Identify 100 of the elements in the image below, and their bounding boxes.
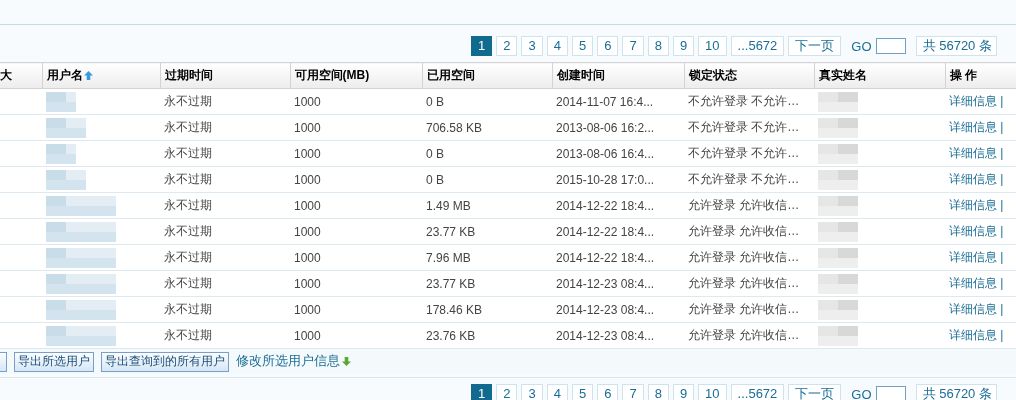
page-button[interactable]: 6 — [597, 384, 619, 400]
details-link[interactable]: 详细信息 | — [949, 224, 1004, 238]
page-button[interactable]: 9 — [672, 384, 695, 400]
export-button[interactable]: 导出查询到的所有用户 — [101, 351, 229, 372]
table-cell: 1000 — [290, 296, 422, 323]
details-link[interactable]: 详细信息 | — [949, 276, 1004, 290]
column-header[interactable]: 大 — [0, 62, 42, 89]
table-cell: 2014-12-22 18:4... — [552, 192, 684, 219]
table-cell: 1000 — [290, 88, 422, 115]
page-button[interactable]: 7 — [622, 384, 644, 400]
page-button[interactable]: 3 — [521, 384, 543, 400]
table-cell: 永不过期 — [160, 166, 290, 193]
table-cell: 2014-12-23 08:4... — [552, 322, 684, 349]
details-link[interactable]: 详细信息 | — [949, 302, 1004, 316]
table-cell: 2014-11-07 16:4... — [552, 88, 684, 115]
details-link[interactable]: 详细信息 | — [949, 120, 1004, 134]
table-cell: 0 B — [422, 166, 552, 193]
page-button[interactable]: 5 — [571, 36, 594, 56]
table-cell: 706.58 KB — [422, 114, 552, 141]
page-button[interactable]: 1 — [471, 36, 493, 56]
table-cell: 1000 — [290, 270, 422, 297]
column-header[interactable]: 真实姓名 — [814, 62, 945, 89]
column-header[interactable]: 操 作 — [945, 62, 1016, 89]
page-button[interactable]: 2 — [496, 384, 518, 400]
page-button[interactable]: ...5672 — [730, 384, 785, 400]
go-label: GO — [851, 386, 872, 400]
export-button[interactable]: 导出所选用户 — [14, 351, 94, 372]
table-cell: 永不过期 — [160, 270, 290, 297]
page-button[interactable]: 8 — [647, 36, 669, 56]
table-cell: 永不过期 — [160, 88, 290, 115]
next-page-button[interactable]: 下一页 — [788, 36, 842, 56]
go-label: GO — [851, 38, 872, 54]
page-input[interactable] — [875, 386, 906, 400]
sort-up-icon — [83, 71, 93, 81]
column-header[interactable]: 已用空间 — [422, 62, 552, 89]
table-cell: 永不过期 — [160, 322, 290, 349]
table-cell: 178.46 KB — [422, 296, 552, 323]
column-header[interactable]: 用户名 — [42, 62, 160, 89]
modify-users-link[interactable]: 修改所选用户信息 — [236, 353, 340, 370]
table-cell: 永不过期 — [160, 114, 290, 141]
page-input[interactable] — [875, 38, 906, 54]
page-button[interactable]: 5 — [571, 384, 594, 400]
column-header[interactable]: 创建时间 — [552, 62, 684, 89]
page-button[interactable]: 10 — [698, 36, 727, 56]
page-button[interactable]: 7 — [622, 36, 644, 56]
table-cell: 永不过期 — [160, 296, 290, 323]
table-cell: 允许登录 允许收信… — [684, 192, 814, 219]
partial-button[interactable] — [0, 351, 7, 372]
table-cell: 1000 — [290, 322, 422, 349]
table-cell: 7.96 MB — [422, 244, 552, 271]
details-link[interactable]: 详细信息 | — [949, 172, 1004, 186]
details-link[interactable]: 详细信息 | — [949, 328, 1004, 342]
table-cell: 23.76 KB — [422, 322, 552, 349]
table-cell: 不允许登录 不允许… — [684, 88, 814, 115]
details-link[interactable]: 详细信息 | — [949, 94, 1004, 108]
total-count: 共 56720 条 — [915, 384, 997, 400]
table-cell: 允许登录 允许收信… — [684, 296, 814, 323]
table-cell: 不允许登录 不允许… — [684, 114, 814, 141]
page-button[interactable]: 2 — [496, 36, 518, 56]
table-cell: 1.49 MB — [422, 192, 552, 219]
table-cell: 1000 — [290, 140, 422, 167]
page-button[interactable]: 8 — [647, 384, 669, 400]
page-button[interactable]: 6 — [597, 36, 619, 56]
table-cell: 不允许登录 不允许… — [684, 140, 814, 167]
table-cell: 2013-08-06 16:2... — [552, 114, 684, 141]
table-cell: 永不过期 — [160, 140, 290, 167]
table-cell: 0 B — [422, 88, 552, 115]
page-button[interactable]: 3 — [521, 36, 543, 56]
details-link[interactable]: 详细信息 | — [949, 250, 1004, 264]
column-header[interactable]: 过期时间 — [160, 62, 290, 89]
table-cell: 永不过期 — [160, 218, 290, 245]
page-button[interactable]: 4 — [546, 36, 568, 56]
next-page-button[interactable]: 下一页 — [788, 384, 842, 400]
table-cell: 1000 — [290, 218, 422, 245]
table-cell: 2014-12-23 08:4... — [552, 296, 684, 323]
table-cell: 2014-12-22 18:4... — [552, 218, 684, 245]
column-header[interactable]: 可用空间(MB) — [290, 62, 422, 89]
page-button[interactable]: 9 — [672, 36, 695, 56]
page-button[interactable]: 10 — [698, 384, 727, 400]
table-cell: 2013-08-06 16:4... — [552, 140, 684, 167]
table-cell: 0 B — [422, 140, 552, 167]
table-cell: 2015-10-28 17:0... — [552, 166, 684, 193]
table-cell: 允许登录 允许收信… — [684, 218, 814, 245]
page-button[interactable]: ...5672 — [730, 36, 785, 56]
table-cell: 23.77 KB — [422, 218, 552, 245]
table-cell: 2014-12-23 08:4... — [552, 270, 684, 297]
table-cell: 23.77 KB — [422, 270, 552, 297]
table-cell: 允许登录 允许收信… — [684, 322, 814, 349]
page-button[interactable]: 1 — [471, 384, 493, 400]
details-link[interactable]: 详细信息 | — [949, 198, 1004, 212]
table-cell: 永不过期 — [160, 244, 290, 271]
table-cell: 1000 — [290, 114, 422, 141]
page-button[interactable]: 4 — [546, 384, 568, 400]
table-cell: 1000 — [290, 166, 422, 193]
table-cell: 允许登录 允许收信… — [684, 270, 814, 297]
table-cell: 永不过期 — [160, 192, 290, 219]
table-cell: 允许登录 允许收信… — [684, 244, 814, 271]
table-cell: 1000 — [290, 244, 422, 271]
column-header[interactable]: 锁定状态 — [684, 62, 814, 89]
details-link[interactable]: 详细信息 | — [949, 146, 1004, 160]
